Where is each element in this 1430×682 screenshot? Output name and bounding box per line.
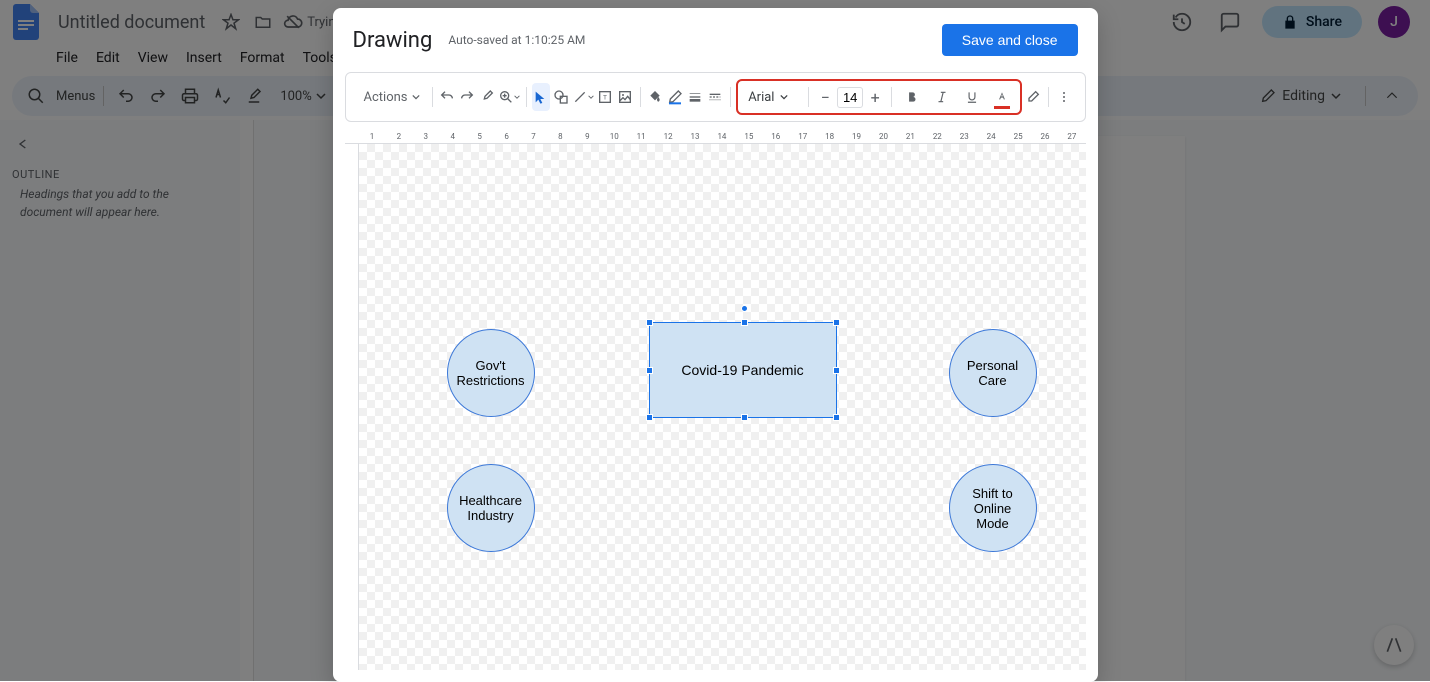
border-dash-button[interactable]: [706, 83, 724, 111]
border-weight-button[interactable]: [686, 83, 704, 111]
font-controls-highlighted-group: Arial − +: [736, 79, 1022, 115]
font-family-select[interactable]: Arial: [742, 86, 802, 109]
bold-button[interactable]: [898, 83, 926, 111]
save-and-close-button[interactable]: Save and close: [942, 24, 1078, 56]
zoom-drawing-button[interactable]: [498, 83, 520, 111]
shape-circle-govt-restrictions[interactable]: Gov't Restrictions: [447, 329, 535, 417]
paint-format-drawing-button[interactable]: [478, 83, 496, 111]
shape-circle-online-mode[interactable]: Shift to Online Mode: [949, 464, 1037, 552]
modal-overlay: Drawing Auto-saved at 1:10:25 AM Save an…: [0, 0, 1430, 681]
text-color-button[interactable]: [988, 83, 1016, 111]
shape-circle-personal-care[interactable]: Personal Care: [949, 329, 1037, 417]
italic-button[interactable]: [928, 83, 956, 111]
autosave-status: Auto-saved at 1:10:25 AM: [448, 33, 585, 47]
svg-text:T: T: [603, 94, 607, 102]
decrease-font-size-button[interactable]: −: [815, 87, 835, 107]
border-color-button[interactable]: [666, 83, 684, 111]
drawing-canvas-container: 1234567891011121314151617181920212223242…: [345, 130, 1086, 670]
drawing-canvas[interactable]: Covid-19 Pandemic Gov't Restrictions: [359, 144, 1086, 670]
font-size-input[interactable]: [837, 87, 863, 108]
more-options-button[interactable]: [1055, 83, 1073, 111]
redo-drawing-button[interactable]: [458, 83, 476, 111]
line-tool-button[interactable]: [572, 83, 594, 111]
shape-tool-button[interactable]: [552, 83, 570, 111]
horizontal-ruler: 1234567891011121314151617181920212223242…: [345, 130, 1086, 144]
vertical-ruler: [345, 144, 359, 670]
increase-font-size-button[interactable]: +: [865, 87, 885, 107]
actions-dropdown[interactable]: Actions: [358, 86, 426, 109]
image-tool-button[interactable]: [616, 83, 634, 111]
dialog-title: Drawing: [353, 28, 433, 53]
highlight-color-button[interactable]: [1024, 83, 1042, 111]
textbox-tool-button[interactable]: T: [596, 83, 614, 111]
drawing-dialog: Drawing Auto-saved at 1:10:25 AM Save an…: [333, 8, 1098, 682]
drawing-toolbar: Actions T Arial: [345, 72, 1086, 122]
shape-circle-healthcare[interactable]: Healthcare Industry: [447, 464, 535, 552]
select-tool-button[interactable]: [532, 83, 550, 111]
shape-center-rectangle[interactable]: Covid-19 Pandemic: [649, 322, 837, 418]
underline-button[interactable]: [958, 83, 986, 111]
fill-color-button[interactable]: [646, 83, 664, 111]
undo-drawing-button[interactable]: [438, 83, 456, 111]
